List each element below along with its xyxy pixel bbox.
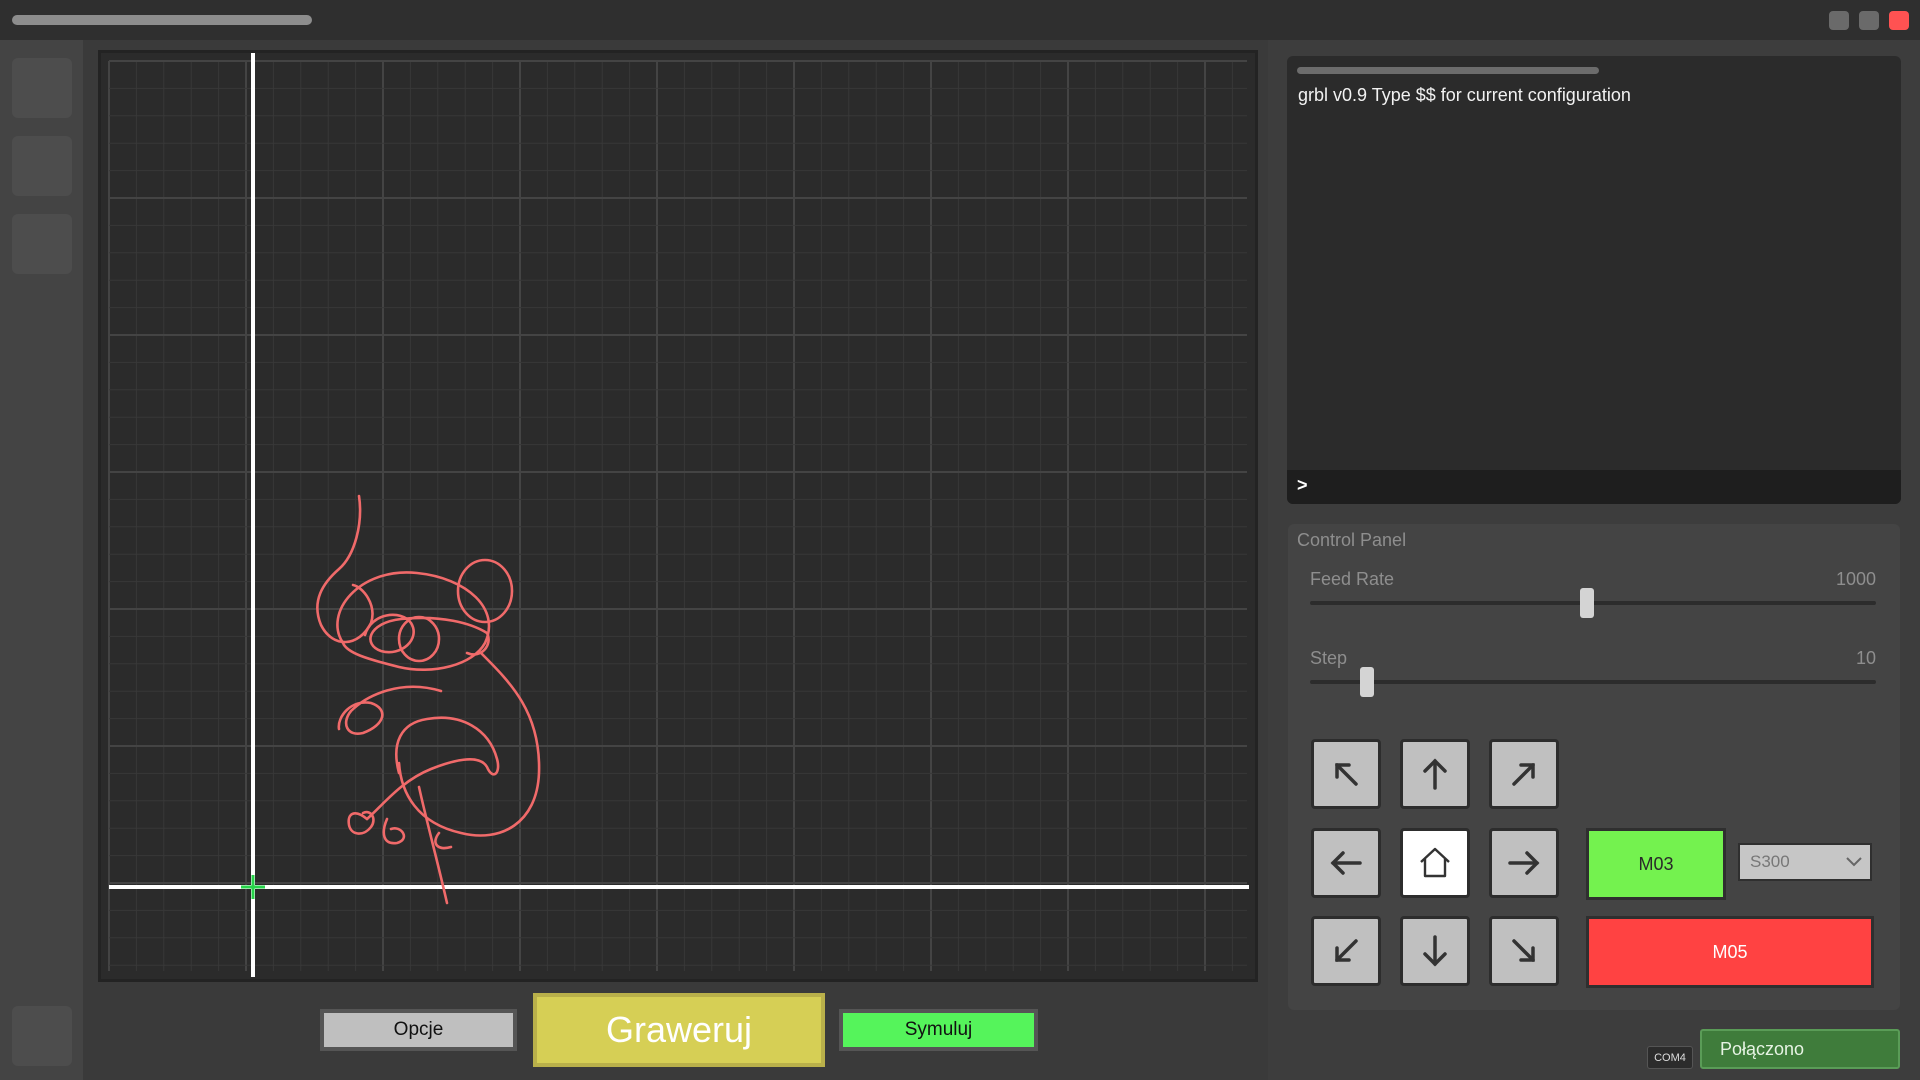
- jog-up-left-button[interactable]: [1311, 739, 1381, 809]
- sidebar-button-1[interactable]: [12, 58, 72, 118]
- options-button[interactable]: Opcje: [320, 1009, 517, 1051]
- arrow-down-left-icon: [1335, 939, 1358, 962]
- step-slider-track[interactable]: [1310, 680, 1876, 684]
- arrow-left-icon: [1330, 851, 1362, 875]
- left-sidebar: [0, 40, 83, 1080]
- sidebar-button-2[interactable]: [12, 136, 72, 196]
- sidebar-button-3[interactable]: [12, 214, 72, 274]
- spindle-off-button[interactable]: M05: [1586, 916, 1874, 988]
- spindle-power-value: S300: [1750, 852, 1790, 871]
- jog-left-button[interactable]: [1311, 828, 1381, 898]
- feed-rate-slider-thumb[interactable]: [1580, 588, 1595, 618]
- jog-down-right-button[interactable]: [1489, 916, 1559, 986]
- jog-up-right-button[interactable]: [1489, 739, 1559, 809]
- console-line: grbl v0.9 Type $$ for current configurat…: [1298, 85, 1631, 105]
- spindle-power-select[interactable]: S300: [1738, 843, 1872, 881]
- step-label: Step: [1310, 648, 1348, 668]
- jog-down-left-button[interactable]: [1311, 916, 1381, 986]
- jog-up-button[interactable]: [1400, 739, 1470, 809]
- console-output: [1287, 56, 1901, 504]
- feed-rate-label: Feed Rate: [1310, 569, 1395, 589]
- arrow-up-icon: [1423, 758, 1447, 790]
- grid-canvas: [108, 53, 1249, 977]
- arrow-up-right-icon: [1512, 763, 1535, 786]
- minimize-button[interactable]: [1829, 11, 1849, 30]
- close-button[interactable]: [1889, 11, 1909, 30]
- connection-status-button[interactable]: Połączono: [1700, 1029, 1900, 1069]
- sidebar-button-bottom[interactable]: [12, 1006, 72, 1066]
- simulate-button[interactable]: Symuluj: [839, 1009, 1038, 1051]
- title-bar: [0, 0, 1920, 40]
- origin-marker: [241, 875, 265, 899]
- console-scrollbar[interactable]: [1297, 67, 1599, 74]
- jog-down-button[interactable]: [1400, 916, 1470, 986]
- window-title-placeholder: [12, 15, 312, 25]
- work-area-canvas[interactable]: [98, 50, 1258, 982]
- console-prompt: >: [1297, 475, 1308, 495]
- engrave-button[interactable]: Graweruj: [533, 993, 825, 1067]
- maximize-button[interactable]: [1859, 11, 1879, 30]
- com-port-label[interactable]: COM4: [1647, 1046, 1693, 1069]
- step-value: 10: [1855, 648, 1876, 668]
- chevron-down-icon: [1846, 857, 1862, 867]
- arrow-down-icon: [1423, 935, 1447, 967]
- console-input[interactable]: [1287, 470, 1901, 504]
- feed-rate-value: 1000: [1835, 569, 1876, 589]
- jog-right-button[interactable]: [1489, 828, 1559, 898]
- arrow-right-icon: [1508, 851, 1540, 875]
- spindle-on-button[interactable]: M03: [1586, 828, 1726, 900]
- home-icon: [1420, 847, 1450, 878]
- jog-home-button[interactable]: [1400, 828, 1470, 898]
- control-panel-title: Control Panel: [1297, 530, 1407, 550]
- koala-drawing: [316, 494, 541, 905]
- step-slider-thumb[interactable]: [1359, 667, 1374, 697]
- arrow-up-left-icon: [1335, 763, 1358, 786]
- arrow-down-right-icon: [1512, 939, 1535, 962]
